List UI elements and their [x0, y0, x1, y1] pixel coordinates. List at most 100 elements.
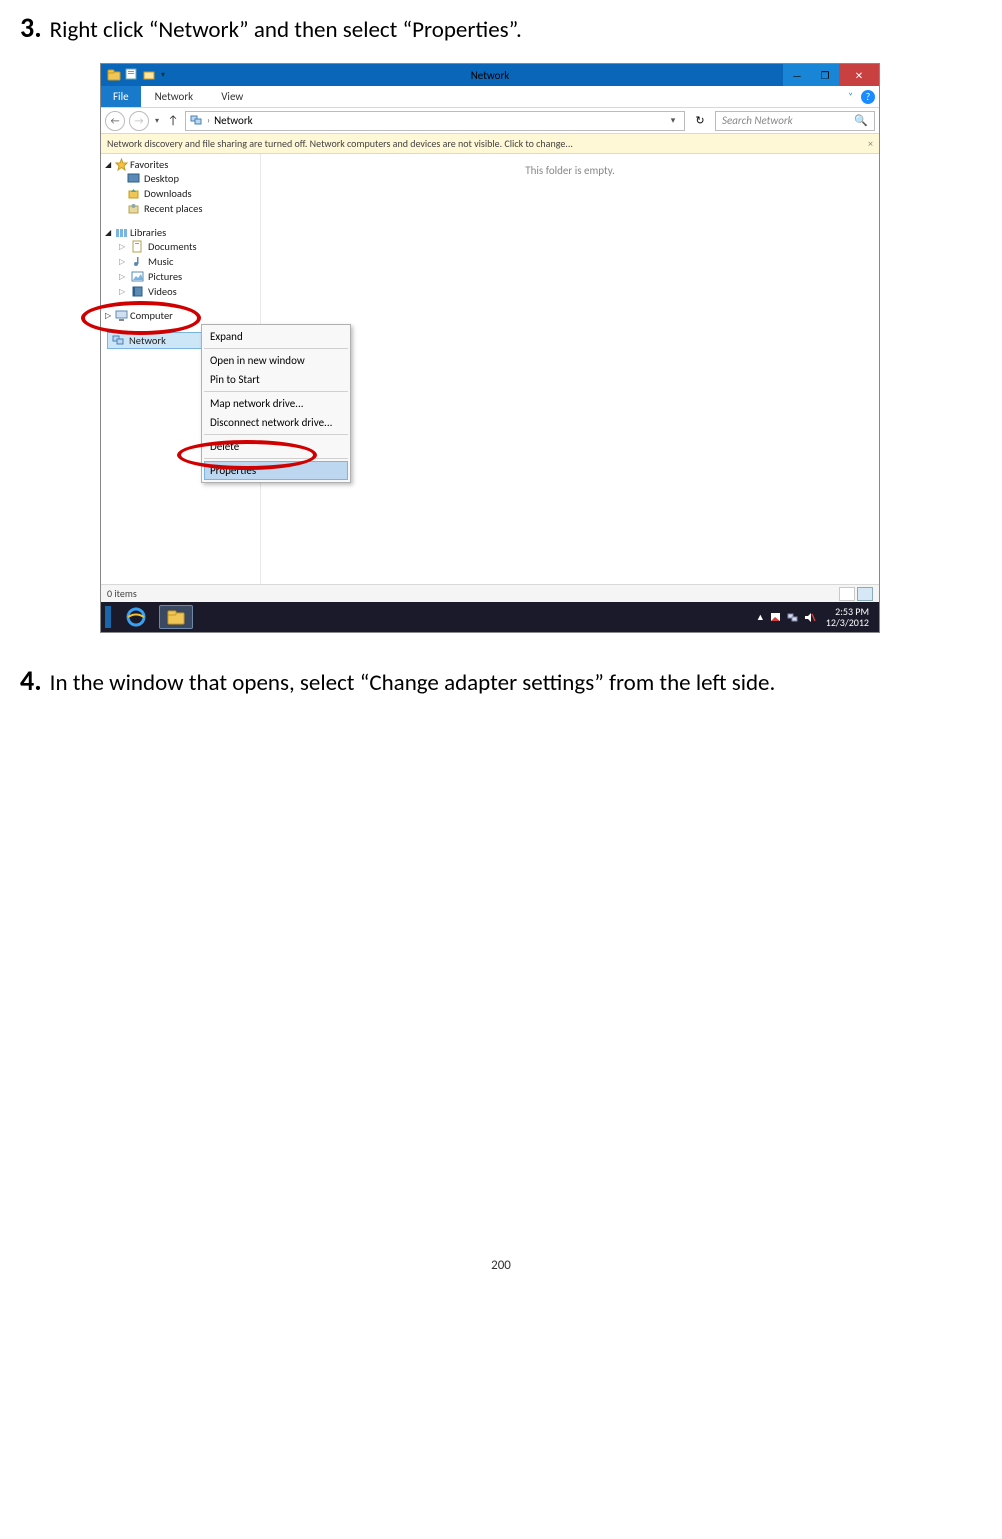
nav-libraries-header[interactable]: ◢ Libraries: [105, 226, 260, 239]
ctx-item-delete[interactable]: Delete: [204, 437, 348, 456]
nav-item-label: Music: [148, 255, 173, 268]
chevron-right-icon: ›: [207, 115, 210, 126]
nav-item-documents[interactable]: ▷ Documents: [105, 239, 260, 254]
documents-icon: [131, 240, 144, 253]
up-button[interactable]: ↑: [165, 114, 181, 128]
caret-right-icon: ▷: [105, 311, 113, 321]
address-bar-row: ← → ▾ ↑ › Network ▾ ↻ Search Network 🔍: [101, 108, 879, 134]
star-icon: [115, 158, 128, 171]
menu-separator: [204, 458, 348, 459]
info-bar-text: Network discovery and file sharing are t…: [107, 137, 573, 150]
tray-volume-icon[interactable]: [803, 611, 816, 624]
step-3-number: 3.: [20, 10, 42, 45]
nav-item-music[interactable]: ▷ Music: [105, 254, 260, 269]
window-title: Network: [101, 69, 879, 82]
status-bar: 0 items: [101, 584, 879, 602]
status-text: 0 items: [107, 587, 137, 600]
nav-item-label: Pictures: [148, 270, 182, 283]
caret-down-icon: ◢: [105, 228, 113, 238]
step-4: 4. In the window that opens, select “Cha…: [20, 663, 982, 698]
caret-right-icon: ▷: [119, 287, 127, 297]
files-pane: This folder is empty.: [261, 154, 879, 584]
ctx-item-disconnect-drive[interactable]: Disconnect network drive...: [204, 413, 348, 432]
ctx-item-map-drive[interactable]: Map network drive...: [204, 394, 348, 413]
caret-down-icon: ◢: [105, 160, 113, 170]
step-3: 3. Right click “Network” and then select…: [20, 10, 982, 45]
libraries-icon: [115, 226, 128, 239]
network-icon: [190, 114, 203, 127]
refresh-button[interactable]: ↻: [689, 114, 711, 127]
search-icon: 🔍: [854, 114, 868, 127]
nav-item-label: Desktop: [144, 172, 179, 185]
page-number: 200: [20, 1258, 982, 1273]
taskbar-explorer-icon[interactable]: [159, 605, 193, 629]
menu-separator: [204, 391, 348, 392]
ctx-item-pin-to-start[interactable]: Pin to Start: [204, 370, 348, 389]
desktop-icon: [127, 172, 140, 185]
minimize-button[interactable]: —: [783, 64, 811, 86]
tray-network-icon[interactable]: [786, 611, 799, 624]
address-text: Network: [214, 114, 253, 127]
nav-item-label: Downloads: [144, 187, 192, 200]
nav-network-label: Network: [129, 334, 166, 347]
nav-libraries-label: Libraries: [130, 226, 166, 239]
search-placeholder: Search Network: [722, 114, 793, 127]
computer-icon: [115, 309, 128, 322]
info-bar-close-icon[interactable]: ×: [868, 137, 873, 150]
screenshot-explorer-network: ▾ Network — ❐ ✕ File Network View ˅ ? ← …: [100, 63, 880, 633]
tab-network[interactable]: Network: [141, 86, 208, 107]
view-details-icon[interactable]: [839, 587, 855, 601]
tab-file[interactable]: File: [101, 86, 141, 107]
step-4-number: 4.: [20, 663, 42, 698]
titlebar[interactable]: ▾ Network — ❐ ✕: [101, 64, 879, 86]
nav-favorites-header[interactable]: ◢ Favorites: [105, 158, 260, 171]
nav-computer-header[interactable]: ▷ Computer: [105, 309, 260, 322]
ctx-item-properties[interactable]: Properties: [204, 461, 348, 480]
info-bar[interactable]: Network discovery and file sharing are t…: [101, 134, 879, 154]
back-button[interactable]: ←: [105, 111, 125, 131]
caret-right-icon: ▷: [119, 272, 127, 282]
nav-item-pictures[interactable]: ▷ Pictures: [105, 269, 260, 284]
tray-show-hidden-icon[interactable]: ▲: [756, 612, 765, 623]
taskbar-clock[interactable]: 2:53 PM 12/3/2012: [826, 606, 869, 628]
network-icon: [112, 334, 125, 347]
caret-right-icon: ▷: [119, 242, 127, 252]
nav-item-label: Documents: [148, 240, 197, 253]
menu-separator: [204, 348, 348, 349]
restore-button[interactable]: ❐: [811, 64, 839, 86]
ctx-item-expand[interactable]: Expand: [204, 327, 348, 346]
step-4-text: In the window that opens, select “Change…: [50, 669, 776, 697]
close-button[interactable]: ✕: [839, 64, 879, 86]
address-dropdown-icon[interactable]: ▾: [666, 115, 680, 126]
menu-separator: [204, 434, 348, 435]
context-menu: Expand Open in new window Pin to Start M…: [201, 324, 351, 483]
address-bar[interactable]: › Network ▾: [185, 111, 685, 131]
step-3-text: Right click “Network” and then select “P…: [50, 16, 522, 44]
tab-view[interactable]: View: [207, 86, 257, 107]
nav-computer-label: Computer: [130, 309, 173, 322]
ribbon-expand-icon[interactable]: ˅: [848, 91, 853, 102]
recent-places-icon: [127, 202, 140, 215]
nav-favorites-label: Favorites: [130, 158, 168, 171]
taskbar: ▲ 2:53 PM 12/3/2012: [101, 602, 879, 632]
ribbon-tabs: File Network View ˅ ?: [101, 86, 879, 108]
nav-item-desktop[interactable]: Desktop: [105, 171, 260, 186]
history-dropdown-icon[interactable]: ▾: [153, 116, 161, 126]
nav-item-recent-places[interactable]: Recent places: [105, 201, 260, 216]
forward-button[interactable]: →: [129, 111, 149, 131]
search-input[interactable]: Search Network 🔍: [715, 111, 875, 131]
tray-flag-icon[interactable]: [769, 611, 782, 624]
clock-date: 12/3/2012: [826, 617, 869, 628]
nav-item-videos[interactable]: ▷ Videos: [105, 284, 260, 299]
help-icon[interactable]: ?: [861, 90, 875, 104]
taskbar-ie-icon[interactable]: [119, 605, 153, 629]
videos-icon: [131, 285, 144, 298]
caret-right-icon: ▷: [119, 257, 127, 267]
ctx-item-open-new-window[interactable]: Open in new window: [204, 351, 348, 370]
start-hotcorner[interactable]: [105, 606, 111, 628]
view-large-icons-icon[interactable]: [857, 587, 873, 601]
pictures-icon: [131, 270, 144, 283]
nav-item-label: Videos: [148, 285, 177, 298]
nav-item-downloads[interactable]: Downloads: [105, 186, 260, 201]
music-icon: [131, 255, 144, 268]
